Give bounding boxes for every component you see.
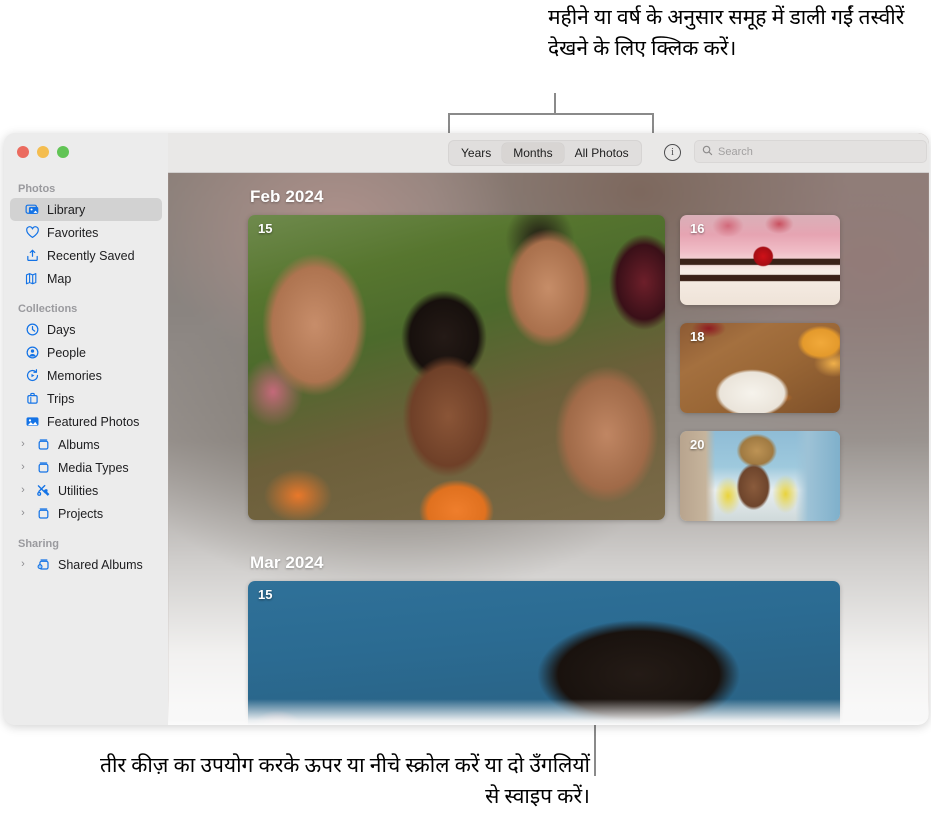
info-circle-icon[interactable]: i (664, 144, 681, 161)
photo-day-badge: 15 (258, 221, 273, 236)
month-header-feb-2024: Feb 2024 (250, 187, 324, 206)
segment-all-photos[interactable]: All Photos (564, 143, 640, 163)
segment-years[interactable]: Years (450, 143, 502, 163)
chevron-right-icon[interactable]: › (18, 559, 28, 570)
sidebar-section-photos-label: Photos (18, 183, 56, 195)
sidebar-item-label: Favorites (47, 225, 99, 240)
suitcase-icon (24, 391, 40, 407)
callout-text-top: महीने या वर्ष के अनुसार समूह में डाली गई… (548, 5, 905, 60)
sidebar-item-shared-albums[interactable]: › Shared Albums (10, 553, 162, 576)
info-glyph: i (671, 146, 674, 158)
photo-day-badge: 20 (690, 437, 705, 452)
segment-months[interactable]: Months (502, 143, 564, 163)
album-folder-icon (35, 460, 51, 476)
sidebar-item-people[interactable]: People (10, 341, 162, 364)
memories-play-icon (24, 368, 40, 384)
content-area: Years Months All Photos i Search Feb 202… (168, 133, 929, 725)
sidebar-item-projects[interactable]: › Projects (10, 502, 162, 525)
sidebar-item-label: Projects (58, 506, 104, 521)
sidebar-item-media-types[interactable]: › Media Types (10, 456, 162, 479)
sidebar-item-memories[interactable]: Memories (10, 364, 162, 387)
tools-icon (35, 483, 51, 499)
shared-album-icon (35, 557, 51, 573)
sidebar: Photos Library Favorites Recently Saved … (4, 133, 168, 725)
album-folder-icon (35, 506, 51, 522)
clock-icon (24, 322, 40, 338)
sidebar-item-label: Featured Photos (47, 414, 140, 429)
sidebar-item-favorites[interactable]: Favorites (10, 221, 162, 244)
callout-bracket-left-tick (448, 113, 450, 135)
sidebar-item-label: Memories (47, 368, 102, 383)
sidebar-section-sharing-label: Sharing (18, 538, 59, 550)
chevron-right-icon[interactable]: › (18, 439, 28, 450)
photo-day-badge: 16 (690, 221, 705, 236)
sidebar-item-featured-photos[interactable]: Featured Photos (10, 410, 162, 433)
photo-feb-16-cake[interactable]: 16 (680, 215, 840, 305)
photo-feb-18-plated-food[interactable]: 18 (680, 323, 840, 413)
chevron-right-icon[interactable]: › (18, 508, 28, 519)
heart-icon (24, 225, 40, 241)
photo-day-badge: 15 (258, 587, 273, 602)
search-placeholder: Search (718, 145, 753, 158)
photo-feb-15-group-selfie[interactable]: 15 (248, 215, 665, 520)
minimize-button[interactable] (37, 146, 49, 158)
map-icon (24, 271, 40, 287)
month-header-mar-2024: Mar 2024 (250, 553, 324, 572)
photo-mar-15-blue-portrait[interactable]: 15 (248, 581, 840, 725)
photo-feb-20-beach-portrait[interactable]: 20 (680, 431, 840, 521)
toolbar: Years Months All Photos i Search (168, 133, 929, 173)
sidebar-item-days[interactable]: Days (10, 318, 162, 341)
featured-photo-icon (24, 414, 40, 430)
tray-arrow-up-icon (24, 248, 40, 264)
sidebar-item-label: Map (47, 271, 72, 286)
sidebar-item-label: Albums (58, 437, 100, 452)
callout-text-bottom: तीर कीज़ का उपयोग करके ऊपर या नीचे स्क्र… (99, 753, 590, 808)
sidebar-item-label: Recently Saved (47, 248, 135, 263)
sidebar-item-label: Shared Albums (58, 557, 143, 572)
album-folder-icon (35, 437, 51, 453)
sidebar-item-recently-saved[interactable]: Recently Saved (10, 244, 162, 267)
photo-day-badge: 18 (690, 329, 705, 344)
sidebar-item-map[interactable]: Map (10, 267, 162, 290)
sidebar-item-library[interactable]: Library (10, 198, 162, 221)
sidebar-item-trips[interactable]: Trips (10, 387, 162, 410)
sidebar-section-collections-label: Collections (18, 303, 78, 315)
sidebar-item-label: Days (47, 322, 76, 337)
callout-bracket-right-tick (652, 113, 654, 135)
callout-leader-stem-top (554, 93, 556, 114)
sidebar-item-utilities[interactable]: › Utilities (10, 479, 162, 502)
photo-library-icon (24, 202, 40, 218)
photos-app-window: Photos Library Favorites Recently Saved … (4, 133, 929, 725)
sidebar-item-albums[interactable]: › Albums (10, 433, 162, 456)
sidebar-item-label: Utilities (58, 483, 99, 498)
close-button[interactable] (17, 146, 29, 158)
view-mode-segmented-control[interactable]: Years Months All Photos (448, 140, 642, 166)
photo-grid[interactable]: Feb 2024 15 16 18 20 Mar 2024 15 (168, 173, 929, 725)
search-input[interactable]: Search (694, 140, 927, 163)
zoom-button[interactable] (57, 146, 69, 158)
photo-image (248, 215, 665, 520)
sidebar-item-label: Trips (47, 391, 75, 406)
sidebar-item-label: People (47, 345, 86, 360)
sidebar-item-label: Media Types (58, 460, 129, 475)
sidebar-item-label: Library (47, 202, 86, 217)
photo-image (248, 581, 840, 725)
search-icon (702, 143, 713, 161)
chevron-right-icon[interactable]: › (18, 462, 28, 473)
window-controls (4, 133, 168, 160)
person-circle-icon (24, 345, 40, 361)
chevron-right-icon[interactable]: › (18, 485, 28, 496)
callout-bracket-top (448, 113, 654, 115)
